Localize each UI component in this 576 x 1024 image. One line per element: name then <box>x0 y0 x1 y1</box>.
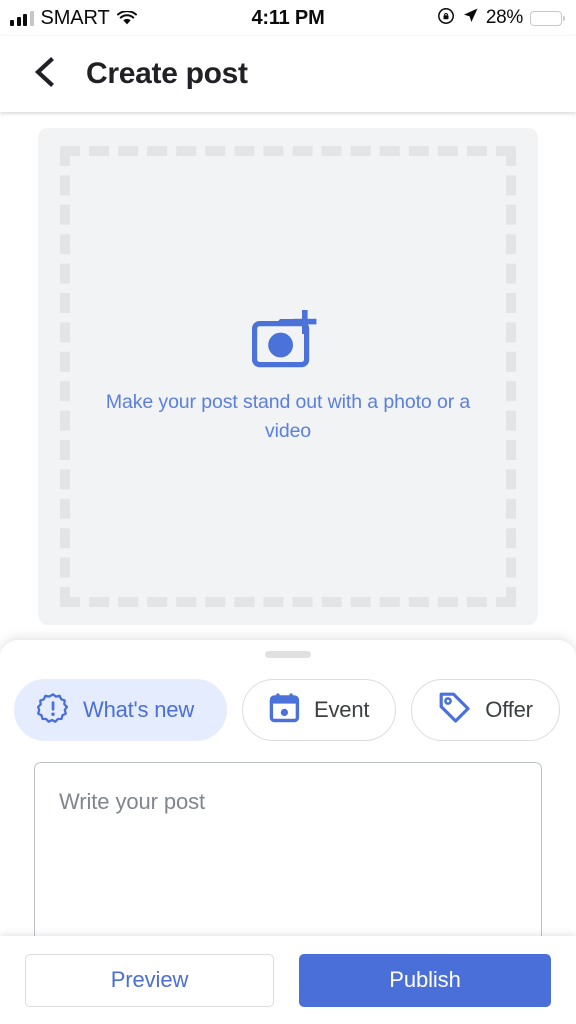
wifi-icon <box>116 10 137 26</box>
app-header: Create post <box>0 36 576 112</box>
carrier-label: SMART <box>40 6 110 29</box>
chip-label-event: Event <box>314 697 370 722</box>
chip-label-whats-new: What's new <box>83 697 195 722</box>
whats-new-badge-icon <box>36 692 69 729</box>
chip-offer[interactable]: Offer <box>411 679 560 741</box>
chip-label-offer: Offer <box>485 697 533 722</box>
status-bar: SMART 4:11 PM 28% <box>0 0 576 36</box>
page-title: Create post <box>86 57 248 90</box>
status-bar-left: SMART <box>10 7 137 30</box>
post-text-placeholder: Write your post <box>59 789 206 814</box>
publish-button[interactable]: Publish <box>299 953 551 1007</box>
footer-actions: Preview Publish <box>0 936 576 1024</box>
calendar-icon <box>269 692 300 728</box>
content-area: Make your post stand out with a photo or… <box>0 113 576 648</box>
signal-bars-icon <box>10 10 34 26</box>
tag-icon <box>438 691 471 729</box>
battery-icon <box>530 10 565 26</box>
battery-percent-label: 28% <box>485 7 523 28</box>
preview-button[interactable]: Preview <box>25 953 274 1007</box>
create-post-screen: SMART 4:11 PM 28% Create post Make your … <box>0 0 576 1024</box>
add-photo-icon <box>252 308 324 370</box>
media-upload-content: Make your post stand out with a photo or… <box>38 308 538 446</box>
rotation-lock-icon <box>437 7 455 30</box>
media-upload-dropzone[interactable]: Make your post stand out with a photo or… <box>38 128 538 625</box>
sheet-drag-handle[interactable] <box>265 651 311 658</box>
chip-event[interactable]: Event <box>242 679 397 741</box>
status-bar-right: 28% <box>437 7 565 30</box>
location-arrow-icon <box>462 7 479 29</box>
media-upload-hint: Make your post stand out with a photo or… <box>105 390 471 442</box>
chip-whats-new[interactable]: What's new <box>14 679 228 741</box>
back-chevron-icon <box>31 56 59 92</box>
post-type-chips: What's new Event Offer <box>0 658 576 741</box>
back-button[interactable] <box>16 45 74 103</box>
